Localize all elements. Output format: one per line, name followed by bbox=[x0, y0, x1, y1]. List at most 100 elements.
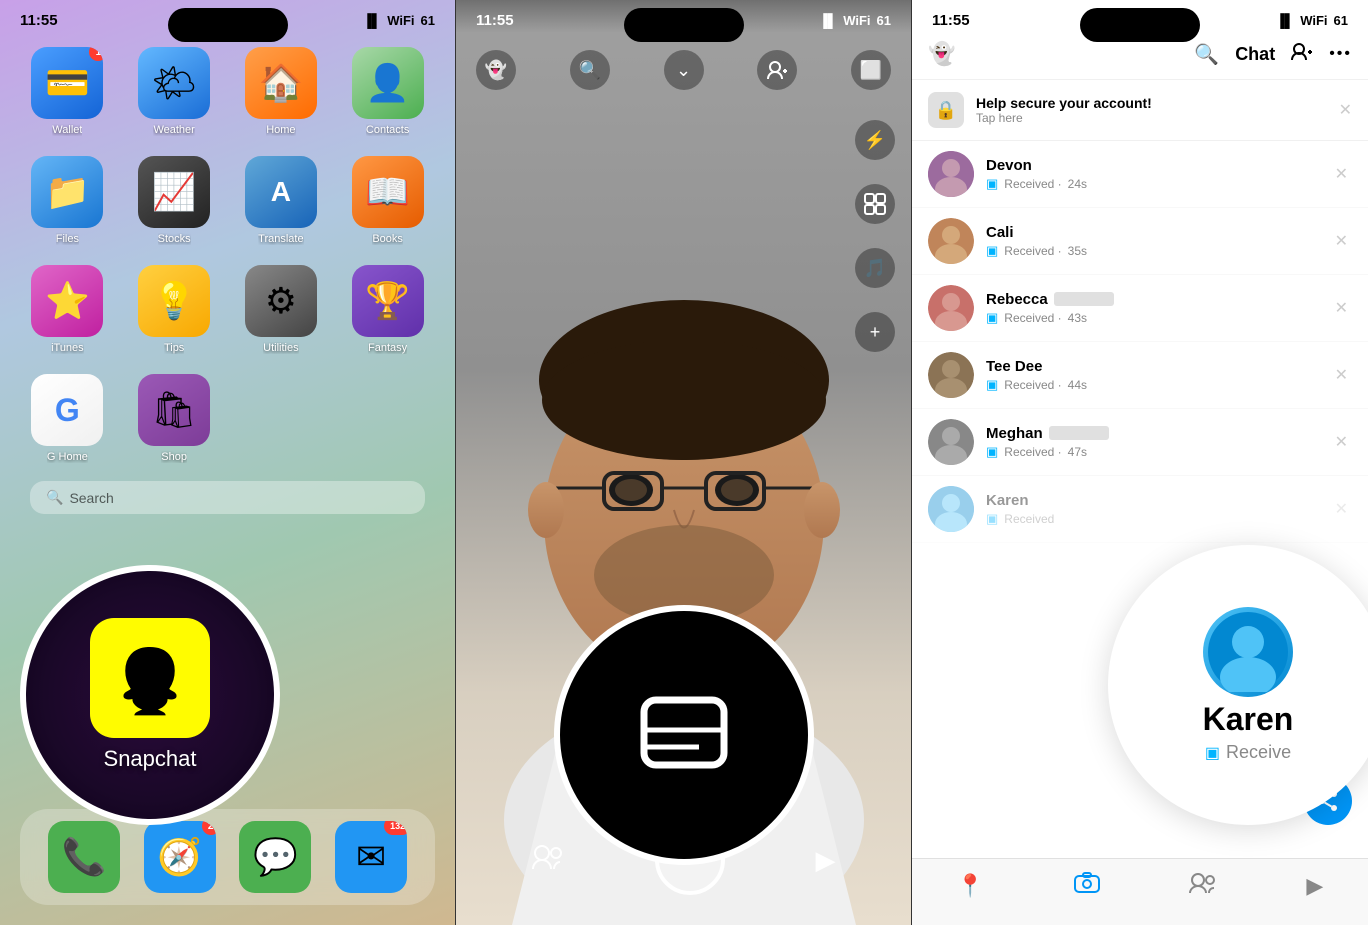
app-google-home-label: G Home bbox=[47, 451, 88, 463]
add-friend-button-cam[interactable] bbox=[757, 50, 797, 90]
avatar-teedee bbox=[928, 352, 974, 398]
nav-camera-button[interactable] bbox=[1074, 872, 1100, 900]
app-files-label: Files bbox=[56, 233, 79, 245]
app-shop[interactable]: 🛍 Shop bbox=[131, 374, 218, 463]
app-weather[interactable]: 🌤 Weather bbox=[131, 47, 218, 136]
app-utilities-icon: ⚙ bbox=[245, 265, 317, 337]
time-home: 11:55 bbox=[20, 12, 58, 29]
chat-meta-meghan: ▣ Received · 47s bbox=[986, 444, 1319, 460]
app-translate-icon: A bbox=[245, 156, 317, 228]
status-icons-camera: ▐▌ WiFi 61 bbox=[819, 13, 891, 28]
nav-location-button[interactable]: 📍 bbox=[957, 873, 984, 899]
more-button-chat[interactable]: ••• bbox=[1329, 45, 1352, 63]
app-books[interactable]: 📖 Books bbox=[344, 156, 431, 245]
grid-icon bbox=[864, 193, 886, 215]
friends-button-cam[interactable] bbox=[532, 843, 564, 878]
chat-meta-rebecca: ▣ Received · 43s bbox=[986, 310, 1319, 326]
app-itunes-label: iTunes bbox=[51, 342, 84, 354]
app-itunes-icon: ⭐ bbox=[31, 265, 103, 337]
dynamic-island bbox=[168, 8, 288, 42]
chat-item-karen[interactable]: Karen ▣ Received ✕ bbox=[912, 476, 1368, 543]
app-utilities[interactable]: ⚙ Utilities bbox=[238, 265, 325, 354]
app-weather-icon: 🌤 bbox=[138, 47, 210, 119]
app-home-label: Home bbox=[266, 124, 295, 136]
app-files[interactable]: 📁 Files bbox=[24, 156, 111, 245]
search-button-cam[interactable]: 🔍 bbox=[570, 50, 610, 90]
chat-item-cali[interactable]: Cali ▣ Received · 35s ✕ bbox=[912, 208, 1368, 275]
chat-name-meghan: Meghan bbox=[986, 425, 1319, 442]
ghost-button[interactable]: 👻 bbox=[476, 50, 516, 90]
app-tips-icon: 💡 bbox=[138, 265, 210, 337]
chat-name-cali: Cali bbox=[986, 224, 1319, 241]
close-teedee[interactable]: ✕ bbox=[1331, 361, 1352, 389]
dock-messages[interactable]: 💬 bbox=[239, 821, 311, 893]
chat-meta-cali: ▣ Received · 35s bbox=[986, 243, 1319, 259]
app-google-home[interactable]: G G Home bbox=[24, 374, 111, 463]
close-meghan[interactable]: ✕ bbox=[1331, 428, 1352, 456]
nav-friends-icon bbox=[1189, 871, 1217, 895]
close-devon[interactable]: ✕ bbox=[1331, 160, 1352, 188]
chat-tab-overlay bbox=[554, 605, 814, 865]
security-title: Help secure your account! bbox=[976, 95, 1327, 111]
chat-meta-teedee: ▣ Received · 44s bbox=[986, 377, 1319, 393]
app-contacts[interactable]: 👤 Contacts bbox=[344, 47, 431, 136]
add-friend-button-chat[interactable] bbox=[1291, 42, 1313, 67]
time-chat: 11:55 bbox=[932, 12, 970, 29]
snap-ghost-button[interactable]: 👻 bbox=[928, 41, 955, 67]
chat-item-devon[interactable]: Devon ▣ Received · 24s ✕ bbox=[912, 141, 1368, 208]
name-blur-meghan bbox=[1049, 426, 1109, 440]
play-button-cam[interactable]: ▶ bbox=[816, 845, 836, 876]
chat-name-rebecca: Rebecca bbox=[986, 291, 1319, 308]
avatar-cali bbox=[928, 218, 974, 264]
plus-button[interactable]: + bbox=[855, 312, 895, 352]
search-bar[interactable]: 🔍 Search bbox=[30, 481, 425, 514]
app-home[interactable]: 🏠 Home bbox=[238, 47, 325, 136]
app-tips[interactable]: 💡 Tips bbox=[131, 265, 218, 354]
chat-info-teedee: Tee Dee ▣ Received · 44s bbox=[986, 358, 1319, 393]
app-contacts-label: Contacts bbox=[366, 124, 409, 136]
signal-icon-cam: ▐▌ bbox=[819, 13, 837, 28]
security-banner[interactable]: 🔒 Help secure your account! Tap here ✕ bbox=[912, 80, 1368, 141]
search-button-chat[interactable]: 🔍 bbox=[1194, 42, 1219, 67]
app-fantasy[interactable]: 🏆 Fantasy bbox=[344, 265, 431, 354]
app-files-icon: 📁 bbox=[31, 156, 103, 228]
chat-item-rebecca[interactable]: Rebecca ▣ Received · 43s ✕ bbox=[912, 275, 1368, 342]
close-cali[interactable]: ✕ bbox=[1331, 227, 1352, 255]
close-karen[interactable]: ✕ bbox=[1331, 495, 1352, 523]
dock-mail[interactable]: ✉ 132 bbox=[335, 821, 407, 893]
scan-button[interactable]: ⬜ bbox=[851, 50, 891, 90]
dock-mail-icon: ✉ 132 bbox=[335, 821, 407, 893]
nav-stories-button[interactable]: ▶ bbox=[1306, 873, 1323, 899]
story-dropdown-button[interactable]: ⌄ bbox=[664, 50, 704, 90]
camera-right-controls: ⚡ 🎵 + bbox=[855, 120, 895, 352]
avatar-teedee-img bbox=[928, 352, 974, 398]
app-stocks[interactable]: 📈 Stocks bbox=[131, 156, 218, 245]
app-utilities-label: Utilities bbox=[263, 342, 298, 354]
app-itunes[interactable]: ⭐ iTunes bbox=[24, 265, 111, 354]
dock-safari[interactable]: 🧭 2 bbox=[144, 821, 216, 893]
flash-button[interactable]: ⚡ bbox=[855, 120, 895, 160]
snapchat-overlay[interactable]: Snapchat bbox=[20, 565, 280, 825]
search-icon: 🔍 bbox=[46, 489, 63, 506]
nav-friends-button[interactable] bbox=[1189, 871, 1217, 901]
music-button[interactable]: 🎵 bbox=[855, 248, 895, 288]
grid-button[interactable] bbox=[855, 184, 895, 224]
chat-item-meghan[interactable]: Meghan ▣ Received · 47s ✕ bbox=[912, 409, 1368, 476]
app-fantasy-label: Fantasy bbox=[368, 342, 407, 354]
msg-icon-devon: ▣ bbox=[986, 176, 998, 192]
app-translate[interactable]: A Translate bbox=[238, 156, 325, 245]
dock-phone-icon: 📞 bbox=[48, 821, 120, 893]
close-rebecca[interactable]: ✕ bbox=[1331, 294, 1352, 322]
dock-phone[interactable]: 📞 bbox=[48, 821, 120, 893]
safari-badge: 2 bbox=[202, 821, 216, 835]
dock: 📞 🧭 2 💬 ✉ 132 bbox=[20, 809, 435, 905]
chat-tab-icon bbox=[634, 685, 734, 785]
wifi-icon-chat: WiFi bbox=[1300, 13, 1327, 28]
dock-messages-icon: 💬 bbox=[239, 821, 311, 893]
security-close[interactable]: ✕ bbox=[1339, 100, 1352, 120]
add-friend-chat-icon bbox=[1291, 42, 1313, 62]
chat-item-teedee[interactable]: Tee Dee ▣ Received · 44s ✕ bbox=[912, 342, 1368, 409]
app-wallet[interactable]: 💳 1 Wallet bbox=[24, 47, 111, 136]
snapchat-ghost-icon bbox=[105, 633, 195, 723]
chat-list: Devon ▣ Received · 24s ✕ bbox=[912, 141, 1368, 543]
